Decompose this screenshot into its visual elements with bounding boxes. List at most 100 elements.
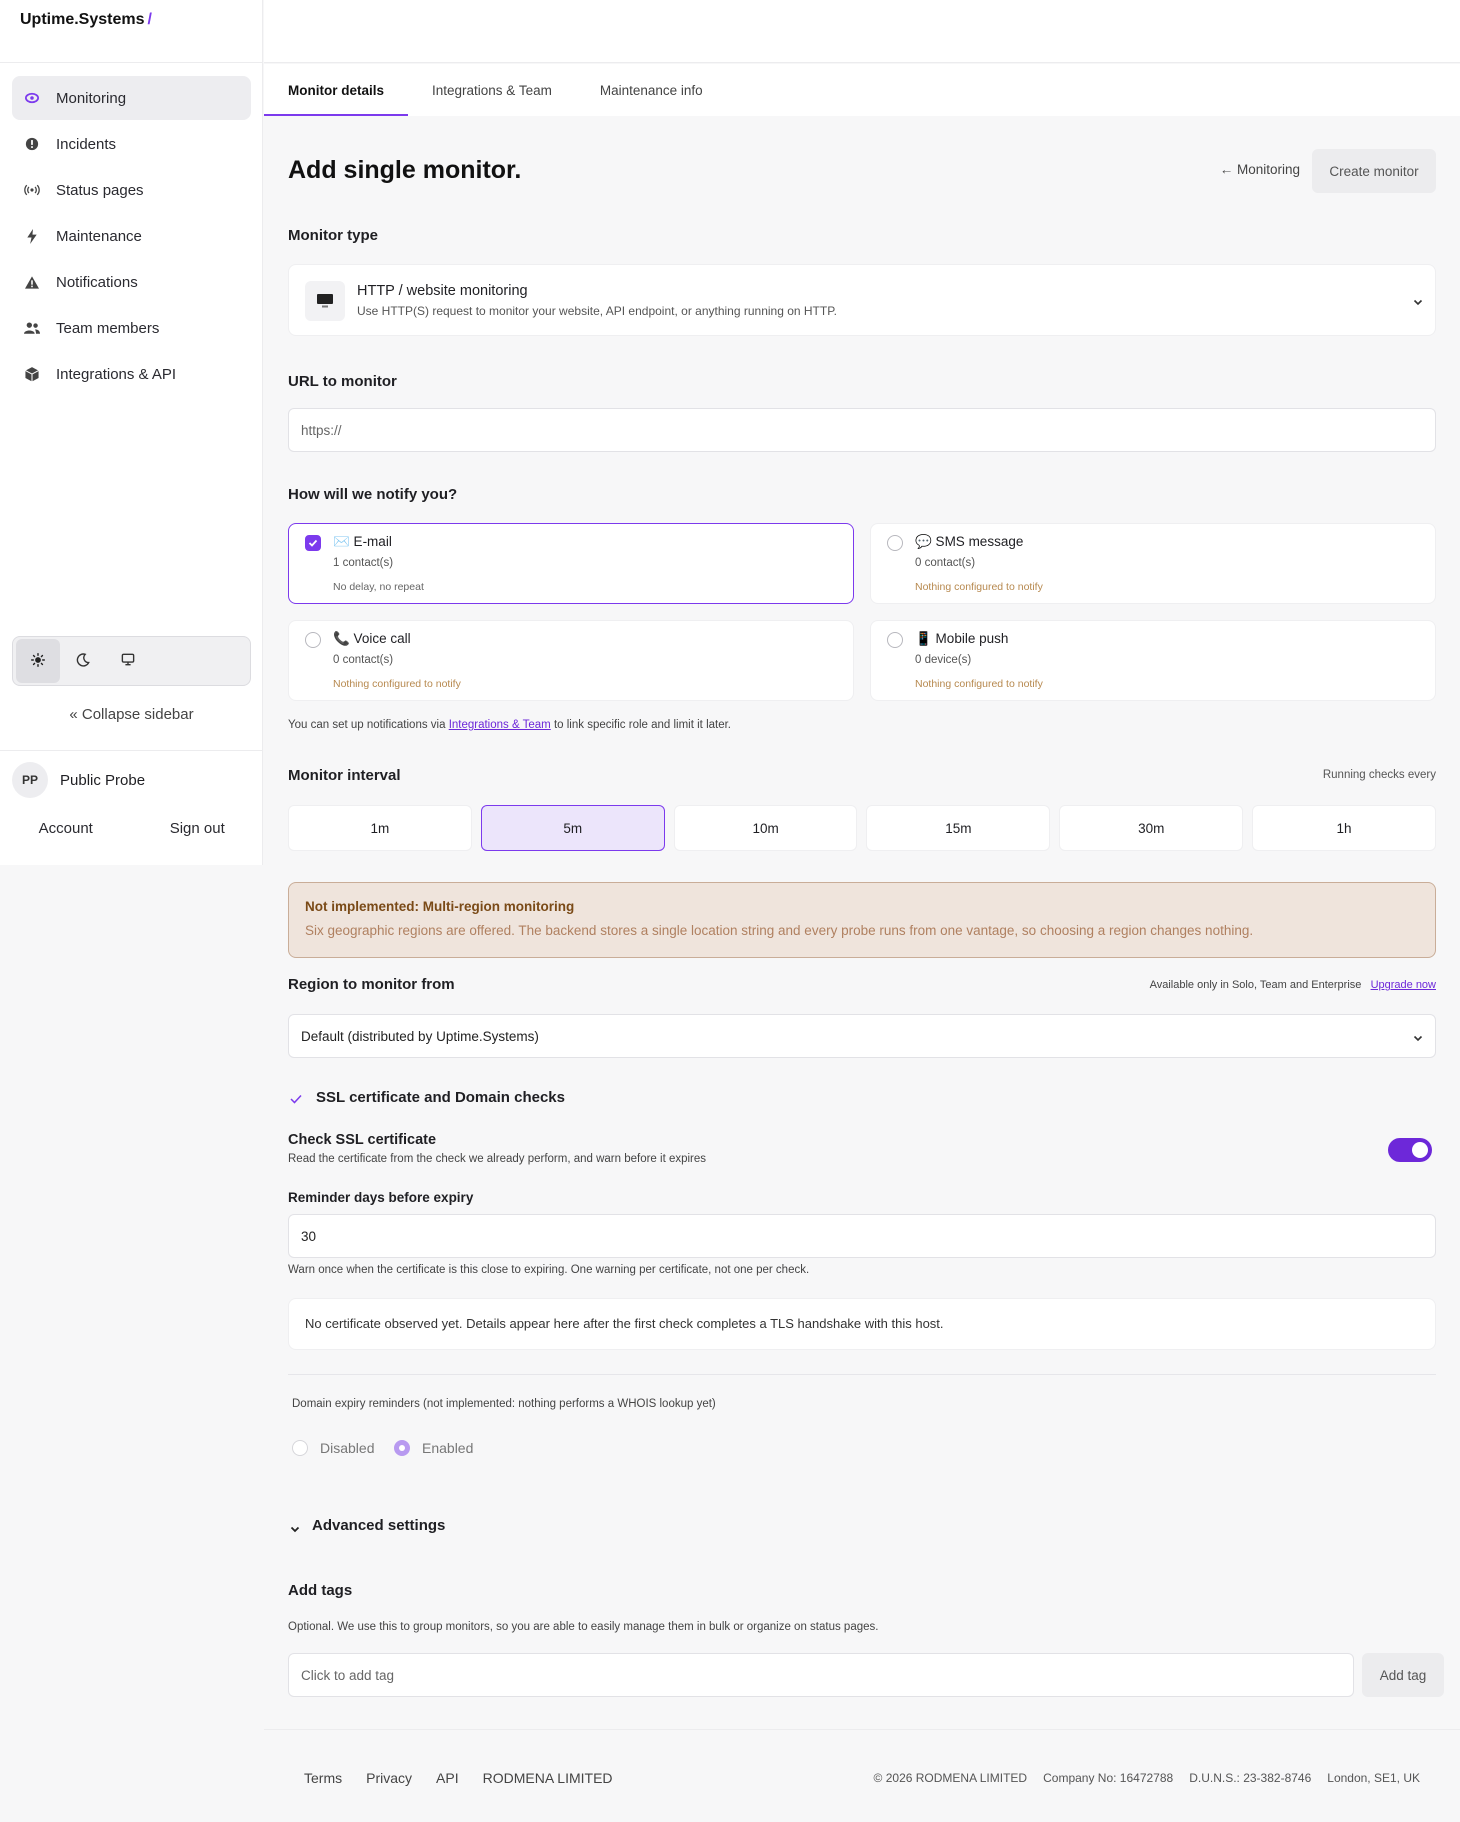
notify-sms-option[interactable]: 💬 SMS message 0 contact(s) Nothing confi… <box>870 523 1436 604</box>
email-checkbox[interactable] <box>305 535 321 551</box>
tab-monitor-details[interactable]: Monitor details <box>264 64 409 116</box>
check-ssl-toggle[interactable] <box>1388 1138 1432 1162</box>
upgrade-now-link[interactable]: Upgrade now <box>1371 979 1436 991</box>
sidebar-item-monitoring[interactable]: Monitoring <box>12 76 251 120</box>
theme-system-button[interactable] <box>106 639 150 683</box>
domain-disabled-radio[interactable] <box>292 1440 308 1456</box>
sidebar-item-team-members[interactable]: Team members <box>12 306 251 350</box>
divider <box>0 62 263 63</box>
reminder-days-label: Reminder days before expiry <box>288 1190 474 1205</box>
theme-switcher <box>12 636 251 686</box>
notify-email-option[interactable]: ✉️ E-mail 1 contact(s) No delay, no repe… <box>288 523 854 604</box>
url-label: URL to monitor <box>288 373 397 390</box>
footer: Terms Privacy API RODMENA LIMITED © 2026… <box>264 1729 1460 1822</box>
ssl-section-label: SSL certificate and Domain checks <box>316 1089 565 1106</box>
interval-option[interactable]: 10m <box>673 805 858 851</box>
sidebar-item-integrations[interactable]: Integrations & API <box>12 352 251 396</box>
sidebar-item-incidents[interactable]: Incidents <box>12 122 251 166</box>
sidebar-item-label: Incidents <box>56 135 117 153</box>
interval-option-selected[interactable]: 5m <box>480 805 665 851</box>
broadcast-icon <box>24 182 40 198</box>
users-icon <box>24 320 40 336</box>
alert-circle-icon <box>24 136 40 152</box>
certificate-info-card: No certificate observed yet. Details app… <box>288 1298 1436 1350</box>
brand-name: Uptime.Systems <box>20 11 145 28</box>
voice-checkbox[interactable] <box>305 632 321 648</box>
user-name: Public Probe <box>60 771 146 789</box>
domain-enabled-radio[interactable] <box>394 1440 410 1456</box>
back-to-monitoring-link[interactable]: ← Monitoring <box>1220 162 1300 177</box>
integrations-team-link[interactable]: Integrations & Team <box>449 719 551 731</box>
company-number: Company No: 16472788 <box>1043 1771 1174 1785</box>
check-icon <box>290 1091 302 1107</box>
theme-light-button[interactable] <box>16 639 60 683</box>
page-title: Add single monitor. <box>288 156 522 184</box>
avatar: PP <box>12 762 48 798</box>
footer-link-privacy[interactable]: Privacy <box>366 1770 412 1786</box>
notify-voice-option[interactable]: 📞 Voice call 0 contact(s) Nothing config… <box>288 620 854 701</box>
sidebar-item-status-pages[interactable]: Status pages <box>12 168 251 212</box>
tab-integrations-team[interactable]: Integrations & Team <box>408 64 576 116</box>
notify-option-title: 📱 Mobile push <box>915 631 1009 646</box>
add-tag-button[interactable]: Add tag <box>1362 1653 1444 1697</box>
account-link[interactable]: Account <box>0 820 132 837</box>
notify-label: How will we notify you? <box>288 486 458 503</box>
tab-maintenance-info[interactable]: Maintenance info <box>576 64 727 116</box>
not-implemented-notice: Not implemented: Multi-region monitoring… <box>288 882 1436 958</box>
push-checkbox[interactable] <box>887 632 903 648</box>
reminder-days-input[interactable]: 30 <box>288 1214 1436 1258</box>
notify-option-count: 0 contact(s) <box>915 557 976 569</box>
notify-option-note: No delay, no repeat <box>333 581 424 593</box>
region-value: Default (distributed by Uptime.Systems) <box>301 1028 539 1044</box>
check-ssl-title: Check SSL certificate <box>288 1132 437 1148</box>
monitor-icon <box>121 653 135 669</box>
footer-link-terms[interactable]: Terms <box>304 1770 342 1786</box>
sidebar-item-maintenance[interactable]: Maintenance <box>12 214 251 258</box>
interval-option[interactable]: 1m <box>288 805 472 851</box>
collapse-sidebar-button[interactable]: « Collapse sidebar <box>0 706 263 723</box>
footer-link-api[interactable]: API <box>436 1770 459 1786</box>
notice-title: Not implemented: Multi-region monitoring <box>305 899 575 914</box>
bolt-icon <box>24 228 40 244</box>
tag-input[interactable]: Click to add tag <box>288 1653 1354 1697</box>
no-certificate-text: No certificate observed yet. Details app… <box>305 1316 944 1331</box>
chevron-down-icon <box>1413 1031 1423 1046</box>
sidebar-nav: Monitoring Incidents Status pages Mainte… <box>12 76 251 398</box>
create-monitor-button[interactable]: Create monitor <box>1312 149 1436 193</box>
monitor-type-select[interactable] <box>288 264 1436 336</box>
notify-option-note: Nothing configured to notify <box>333 678 461 690</box>
tab-bar: Monitor details Integrations & Team Main… <box>264 64 1460 116</box>
account-links: Account Sign out <box>0 820 263 837</box>
notify-option-count: 0 device(s) <box>915 654 972 666</box>
user-profile[interactable]: PP Public Probe <box>12 762 145 798</box>
sms-checkbox[interactable] <box>887 535 903 551</box>
footer-link-company[interactable]: RODMENA LIMITED <box>483 1770 613 1786</box>
brand-logo[interactable]: Uptime.Systems / <box>20 11 152 29</box>
divider <box>0 750 263 751</box>
moon-icon <box>76 652 90 670</box>
check-ssl-description: Read the certificate from the check we a… <box>288 1153 707 1165</box>
sidebar-item-notifications[interactable]: Notifications <box>12 260 251 304</box>
notify-option-title: 📞 Voice call <box>333 631 411 646</box>
notify-option-title: ✉️ E-mail <box>333 534 392 549</box>
notify-push-option[interactable]: 📱 Mobile push 0 device(s) Nothing config… <box>870 620 1436 701</box>
advanced-settings-label: Advanced settings <box>312 1517 446 1534</box>
url-input[interactable]: https:// <box>288 408 1436 452</box>
region-select[interactable]: Default (distributed by Uptime.Systems) <box>288 1014 1436 1058</box>
sidebar-item-label: Maintenance <box>56 227 142 245</box>
sign-out-link[interactable]: Sign out <box>132 820 264 837</box>
duns-number: D.U.N.S.: 23-382-8746 <box>1189 1771 1312 1785</box>
interval-option[interactable]: 15m <box>866 805 1051 851</box>
interval-option[interactable]: 1h <box>1252 805 1436 851</box>
add-tags-hint: Optional. We use this to group monitors,… <box>288 1621 879 1633</box>
radio-label: Disabled <box>320 1440 375 1456</box>
availability-text: Available only in Solo, Team and Enterpr… <box>1149 979 1362 991</box>
interval-option[interactable]: 30m <box>1059 805 1244 851</box>
monitor-icon <box>305 281 345 321</box>
theme-dark-button[interactable] <box>61 639 105 683</box>
notice-body: Six geographic regions are offered. The … <box>305 923 1254 938</box>
notify-option-note: Nothing configured to notify <box>915 678 1043 690</box>
warning-triangle-icon <box>24 274 40 290</box>
divider <box>288 1374 1436 1375</box>
domain-expiry-label: Domain expiry reminders (not implemented… <box>292 1398 716 1410</box>
